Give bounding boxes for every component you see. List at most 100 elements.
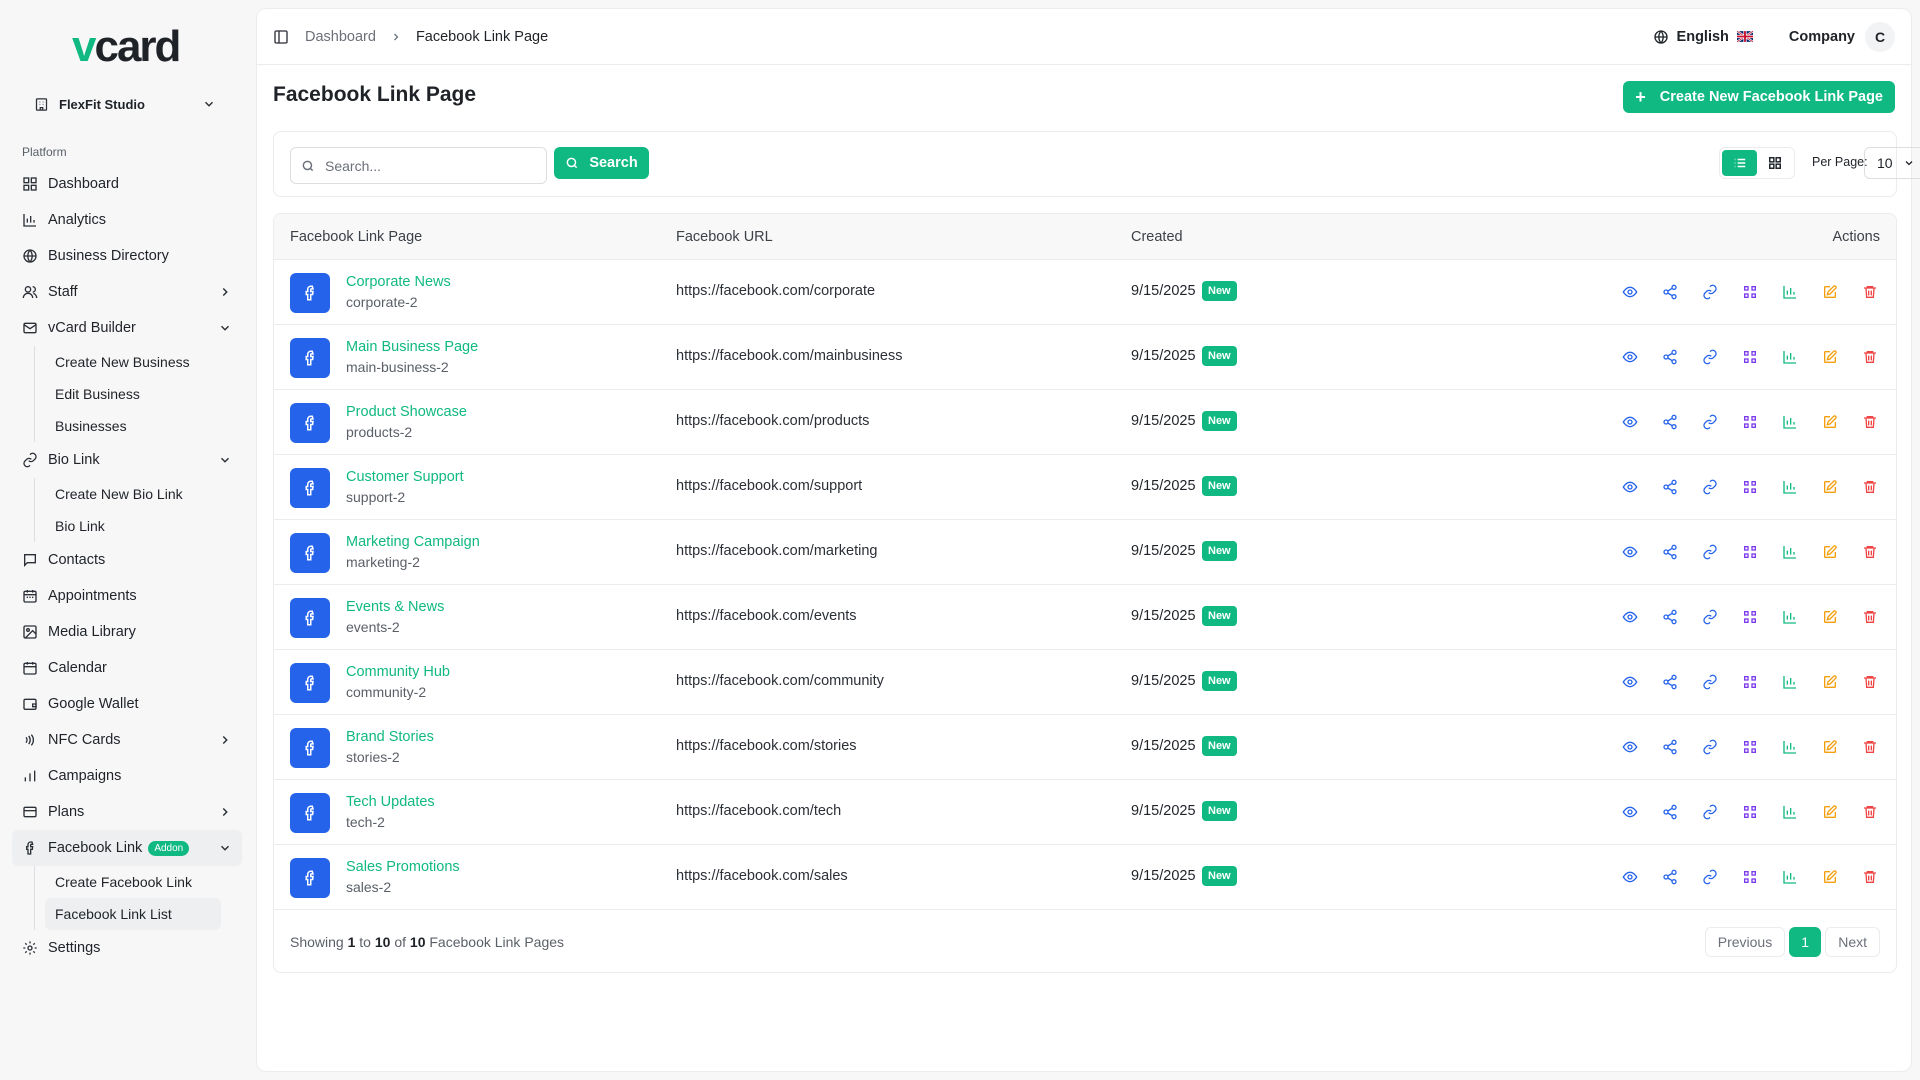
search-button[interactable]: Search: [554, 147, 649, 179]
sidebar-item-vcard-builder[interactable]: vCard Builder: [12, 310, 242, 346]
link-action-button[interactable]: [1700, 607, 1720, 627]
edit-action-button[interactable]: [1820, 802, 1840, 822]
share-action-button[interactable]: [1660, 737, 1680, 757]
share-action-button[interactable]: [1660, 672, 1680, 692]
chart-action-button[interactable]: [1780, 737, 1800, 757]
sidebar-item-campaigns[interactable]: Campaigns: [12, 758, 242, 794]
eye-action-button[interactable]: [1620, 672, 1640, 692]
eye-action-button[interactable]: [1620, 477, 1640, 497]
trash-action-button[interactable]: [1860, 802, 1880, 822]
qr-action-button[interactable]: [1740, 347, 1760, 367]
link-action-button[interactable]: [1700, 412, 1720, 432]
link-action-button[interactable]: [1700, 282, 1720, 302]
sidebar-item-dashboard[interactable]: Dashboard: [12, 166, 242, 202]
sidebar-item-plans[interactable]: Plans: [12, 794, 242, 830]
page-name-link[interactable]: Product Showcase: [346, 404, 467, 420]
page-number-button[interactable]: 1: [1789, 927, 1822, 957]
sidebar-item-create-facebook-link[interactable]: Create Facebook Link: [45, 866, 242, 898]
share-action-button[interactable]: [1660, 802, 1680, 822]
link-action-button[interactable]: [1700, 867, 1720, 887]
qr-action-button[interactable]: [1740, 412, 1760, 432]
search-input[interactable]: [325, 157, 525, 174]
trash-action-button[interactable]: [1860, 672, 1880, 692]
sidebar-item-nfc-cards[interactable]: NFC Cards: [12, 722, 242, 758]
grid-view-button[interactable]: [1757, 150, 1792, 176]
qr-action-button[interactable]: [1740, 737, 1760, 757]
trash-action-button[interactable]: [1860, 867, 1880, 887]
qr-action-button[interactable]: [1740, 542, 1760, 562]
chart-action-button[interactable]: [1780, 412, 1800, 432]
eye-action-button[interactable]: [1620, 867, 1640, 887]
link-action-button[interactable]: [1700, 802, 1720, 822]
eye-action-button[interactable]: [1620, 607, 1640, 627]
previous-page-button[interactable]: Previous: [1704, 927, 1786, 957]
share-action-button[interactable]: [1660, 347, 1680, 367]
company-menu[interactable]: Company: [1789, 29, 1855, 45]
share-action-button[interactable]: [1660, 607, 1680, 627]
edit-action-button[interactable]: [1820, 347, 1840, 367]
edit-action-button[interactable]: [1820, 672, 1840, 692]
language-switcher[interactable]: English: [1653, 29, 1753, 45]
chart-action-button[interactable]: [1780, 347, 1800, 367]
qr-action-button[interactable]: [1740, 672, 1760, 692]
search-field[interactable]: [290, 147, 547, 184]
trash-action-button[interactable]: [1860, 282, 1880, 302]
sidebar-item-bio-link[interactable]: Bio Link: [12, 442, 242, 478]
eye-action-button[interactable]: [1620, 347, 1640, 367]
trash-action-button[interactable]: [1860, 737, 1880, 757]
page-name-link[interactable]: Tech Updates: [346, 794, 435, 810]
trash-action-button[interactable]: [1860, 412, 1880, 432]
share-action-button[interactable]: [1660, 542, 1680, 562]
team-switcher[interactable]: FlexFit Studio: [20, 90, 230, 118]
eye-action-button[interactable]: [1620, 282, 1640, 302]
app-logo[interactable]: vcard: [72, 22, 181, 71]
eye-action-button[interactable]: [1620, 412, 1640, 432]
chart-action-button[interactable]: [1780, 477, 1800, 497]
sidebar-item-create-new-bio-link[interactable]: Create New Bio Link: [45, 478, 242, 510]
qr-action-button[interactable]: [1740, 867, 1760, 887]
sidebar-item-facebook-link[interactable]: Facebook Link Addon: [12, 830, 242, 866]
page-name-link[interactable]: Main Business Page: [346, 339, 478, 355]
edit-action-button[interactable]: [1820, 282, 1840, 302]
page-name-link[interactable]: Marketing Campaign: [346, 534, 480, 550]
sidebar-item-media-library[interactable]: Media Library: [12, 614, 242, 650]
qr-action-button[interactable]: [1740, 607, 1760, 627]
chart-action-button[interactable]: [1780, 542, 1800, 562]
sidebar-item-businesses[interactable]: Businesses: [45, 410, 242, 442]
chart-action-button[interactable]: [1780, 672, 1800, 692]
link-action-button[interactable]: [1700, 542, 1720, 562]
trash-action-button[interactable]: [1860, 347, 1880, 367]
share-action-button[interactable]: [1660, 282, 1680, 302]
sidebar-item-bio-link-list[interactable]: Bio Link: [45, 510, 242, 542]
link-action-button[interactable]: [1700, 737, 1720, 757]
page-name-link[interactable]: Sales Promotions: [346, 859, 460, 875]
chart-action-button[interactable]: [1780, 802, 1800, 822]
per-page-select[interactable]: 10: [1864, 147, 1920, 179]
sidebar-item-calendar[interactable]: Calendar: [12, 650, 242, 686]
sidebar-item-google-wallet[interactable]: Google Wallet: [12, 686, 242, 722]
link-action-button[interactable]: [1700, 347, 1720, 367]
trash-action-button[interactable]: [1860, 477, 1880, 497]
page-name-link[interactable]: Brand Stories: [346, 729, 434, 745]
qr-action-button[interactable]: [1740, 802, 1760, 822]
qr-action-button[interactable]: [1740, 282, 1760, 302]
eye-action-button[interactable]: [1620, 542, 1640, 562]
sidebar-item-appointments[interactable]: Appointments: [12, 578, 242, 614]
trash-action-button[interactable]: [1860, 607, 1880, 627]
list-view-button[interactable]: [1722, 150, 1757, 176]
sidebar-item-settings[interactable]: Settings: [12, 930, 242, 966]
chart-action-button[interactable]: [1780, 282, 1800, 302]
sidebar-item-contacts[interactable]: Contacts: [12, 542, 242, 578]
create-facebook-link-page-button[interactable]: + Create New Facebook Link Page: [1623, 81, 1895, 113]
page-name-link[interactable]: Corporate News: [346, 274, 451, 290]
sidebar-item-staff[interactable]: Staff: [12, 274, 242, 310]
edit-action-button[interactable]: [1820, 867, 1840, 887]
edit-action-button[interactable]: [1820, 477, 1840, 497]
page-name-link[interactable]: Community Hub: [346, 664, 450, 680]
share-action-button[interactable]: [1660, 412, 1680, 432]
sidebar-item-business-directory[interactable]: Business Directory: [12, 238, 242, 274]
eye-action-button[interactable]: [1620, 737, 1640, 757]
share-action-button[interactable]: [1660, 477, 1680, 497]
sidebar-item-analytics[interactable]: Analytics: [12, 202, 242, 238]
avatar[interactable]: C: [1865, 21, 1895, 52]
